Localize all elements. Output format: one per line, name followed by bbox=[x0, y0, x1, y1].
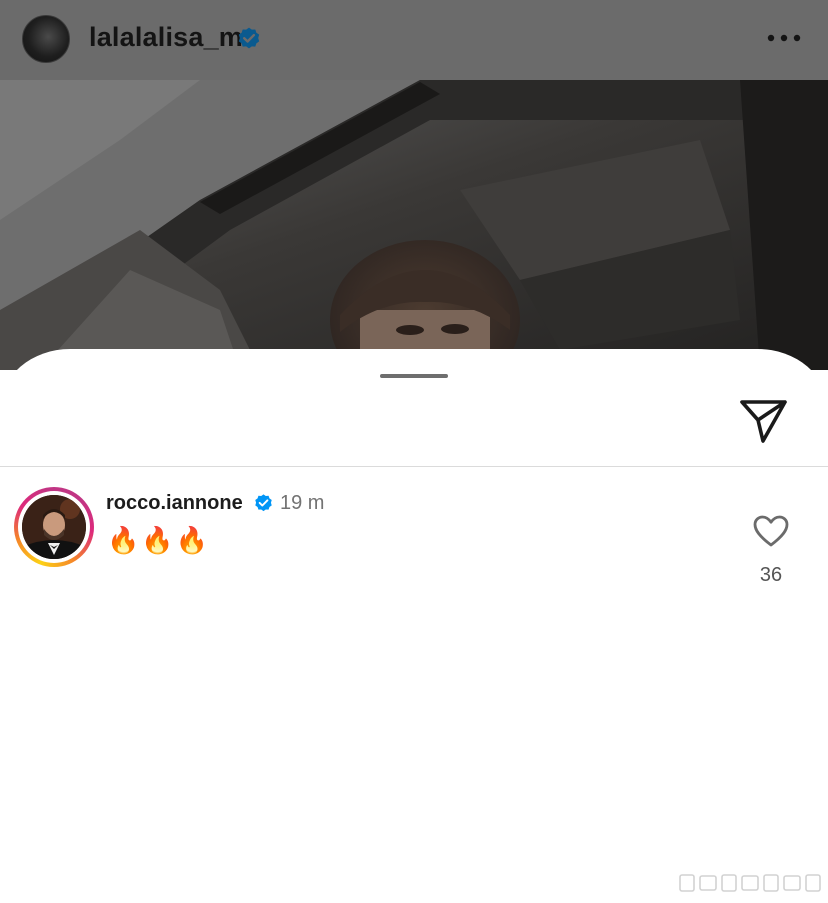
comment-author-username[interactable]: rocco.iannone bbox=[106, 492, 243, 515]
watermark-logo bbox=[679, 874, 821, 892]
post-author-avatar[interactable] bbox=[22, 15, 70, 63]
heart-outline-icon[interactable] bbox=[752, 514, 790, 548]
avatar-photo-art bbox=[22, 495, 86, 559]
verified-badge-icon bbox=[255, 494, 272, 512]
sheet-divider bbox=[0, 466, 828, 467]
like-count: 36 bbox=[759, 564, 783, 586]
post-photo-art bbox=[0, 80, 828, 370]
comment-item: rocco.iannone 19 m 🔥🔥🔥 36 bbox=[0, 486, 828, 596]
avatar-photo bbox=[22, 495, 86, 559]
sheet-grab-handle[interactable] bbox=[380, 374, 448, 378]
post-author-username[interactable]: lalalalisa_m bbox=[89, 22, 243, 53]
more-horizontal-icon[interactable] bbox=[764, 28, 804, 48]
comments-sheet: rocco.iannone 19 m 🔥🔥🔥 36 bbox=[0, 349, 828, 903]
comment-text: 🔥🔥🔥 bbox=[107, 525, 211, 555]
post-photo[interactable] bbox=[0, 80, 828, 370]
verified-badge-icon bbox=[238, 27, 260, 49]
screen: lalalalisa_m rocco.iannone 19 m 🔥🔥🔥 36 bbox=[0, 0, 828, 903]
comment-timestamp: 19 m bbox=[280, 492, 325, 514]
comment-author-avatar[interactable] bbox=[14, 487, 94, 567]
post-header: lalalalisa_m bbox=[0, 0, 828, 80]
paper-plane-icon[interactable] bbox=[738, 397, 790, 445]
avatar-ring-gap bbox=[18, 491, 90, 563]
